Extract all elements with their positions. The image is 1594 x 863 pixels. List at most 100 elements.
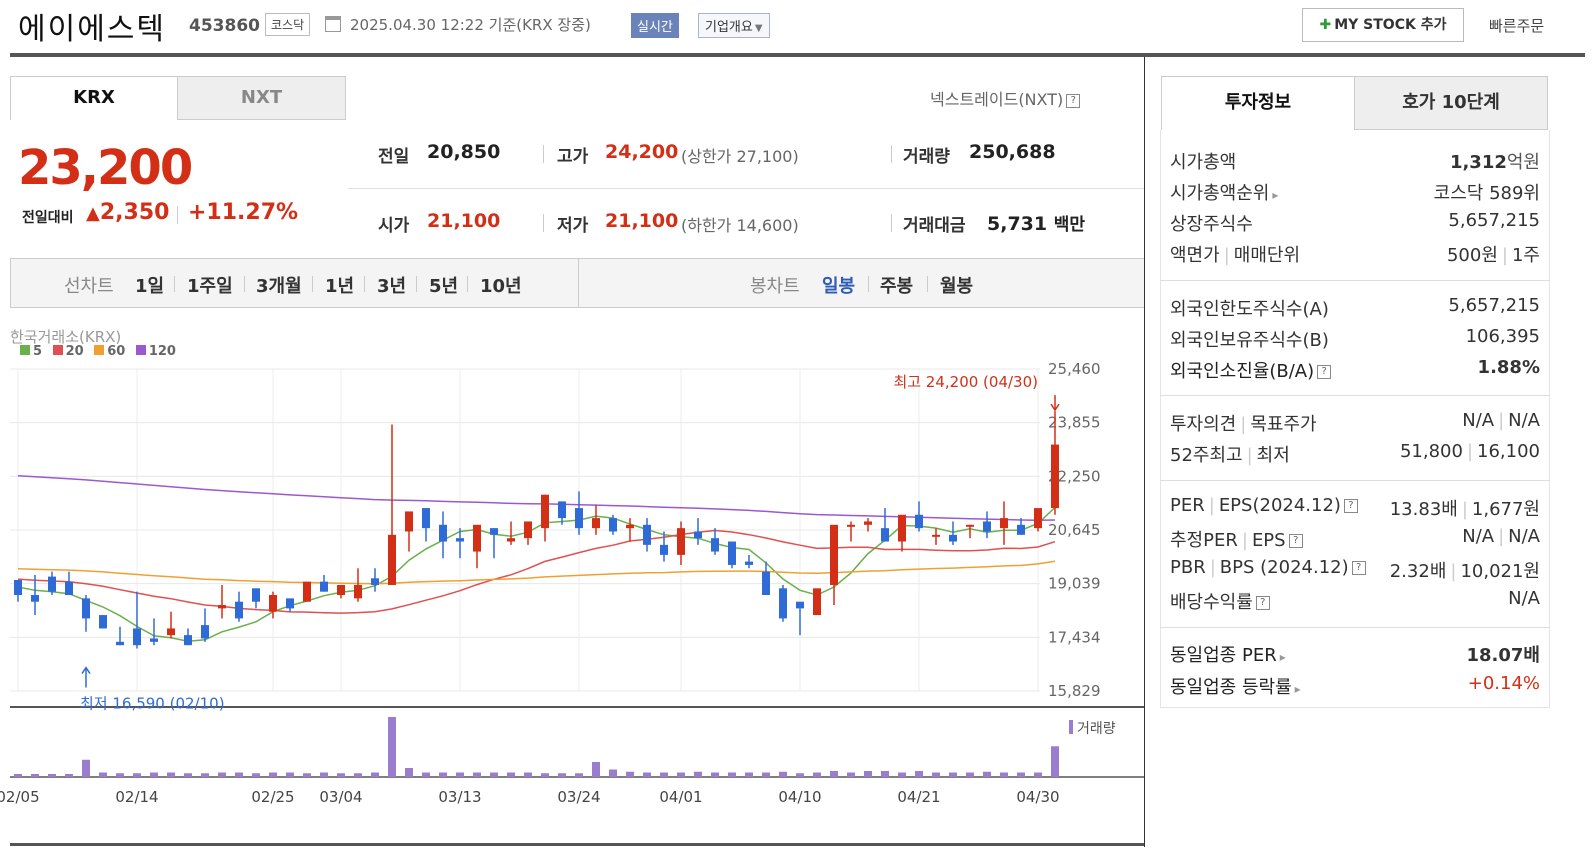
volume-bar [728, 772, 736, 777]
change-rate: +11.27% [188, 200, 299, 225]
help-icon[interactable]: ? [1066, 93, 1081, 108]
candle-monthly[interactable]: 월봉 [940, 272, 973, 298]
x-tick-label: 02/05 [0, 788, 40, 806]
help-icon[interactable]: ? [1288, 534, 1303, 548]
divider: | [1498, 526, 1505, 547]
quick-order-button[interactable]: 빠른주문 [1489, 15, 1544, 36]
candle-body [864, 521, 872, 525]
candle-chart-label: 봉차트 [750, 276, 800, 297]
chart-area [10, 369, 1144, 778]
row-sector-change[interactable]: 동일업종 등락률 ▸ +0.14% [1170, 673, 1540, 703]
range-3y[interactable]: 3년 [377, 272, 406, 298]
x-tick-label: 04/10 [778, 788, 821, 806]
volume-bar [1051, 746, 1059, 777]
est-per-text: 추정PER [1170, 530, 1238, 551]
add-mystock-button[interactable]: ✚ MY STOCK 추가 [1302, 8, 1464, 42]
help-icon[interactable]: ? [1343, 499, 1358, 513]
chevron-right-icon: ▸ [1294, 682, 1301, 696]
row-market-cap-rank[interactable]: 시가총액순위 ▸ 코스닥 589위 [1170, 179, 1540, 209]
volume-bar [592, 762, 600, 777]
divider [416, 276, 417, 292]
volume-bar [320, 772, 328, 777]
volume-bar [847, 772, 855, 777]
market-badge: 코스닥 [265, 13, 311, 36]
candle-body [541, 494, 549, 529]
range-5y[interactable]: 5년 [429, 272, 458, 298]
tab-orderbook-10[interactable]: 호가 10단계 [1354, 76, 1548, 130]
volume-bar [14, 774, 22, 777]
sector-change-label: 동일업종 등락률 ▸ [1170, 673, 1301, 699]
volume-legend-swatch [1069, 720, 1073, 734]
volume-bar [354, 773, 362, 777]
divider [543, 214, 544, 232]
row-sector-per[interactable]: 동일업종 PER ▸ 18.07배 [1170, 641, 1540, 671]
low-value: 21,100 [605, 210, 679, 232]
eps-number: 1,677원 [1471, 499, 1540, 520]
divider: | [1223, 245, 1230, 266]
lower-limit: (하한가 14,600) [681, 216, 799, 235]
x-tick-label: 03/13 [438, 788, 481, 806]
up-triangle-icon: ▲ [86, 203, 100, 224]
high-value: 24,200 [605, 141, 679, 163]
range-1w[interactable]: 1주일 [187, 272, 233, 298]
tab-invest-info[interactable]: 투자정보 [1161, 76, 1355, 130]
candle-body [677, 528, 685, 555]
candle-body [490, 528, 498, 535]
candle-body [422, 508, 430, 529]
stock-code: 453860 [189, 16, 260, 36]
volume-bar [1017, 772, 1025, 777]
candle-daily[interactable]: 일봉 [822, 272, 855, 298]
volume-bar [31, 774, 39, 777]
plus-icon: ✚ [1319, 17, 1332, 33]
volume-bar [711, 772, 719, 777]
nextrade-link[interactable]: 넥스트레이드(NXT)? [930, 86, 1081, 110]
divider [467, 276, 468, 292]
realtime-button[interactable]: 실시간 [631, 13, 679, 38]
row-face-value: 액면가 | 매매단위 500원 | 1주 [1170, 241, 1540, 271]
range-1d[interactable]: 1일 [135, 272, 164, 298]
tab-nxt[interactable]: NXT [177, 76, 346, 120]
volume-bar [966, 772, 974, 777]
sector-per-value: 18.07배 [1466, 645, 1541, 666]
candle-body [915, 514, 923, 529]
volume-bar [490, 772, 498, 777]
prev-close-value: 20,850 [427, 141, 501, 163]
amount-unit: 백만 [1053, 215, 1086, 235]
volume-bar [864, 771, 872, 777]
candle-body [558, 501, 566, 519]
help-icon[interactable]: ? [1351, 561, 1366, 575]
opinion-number: N/A [1462, 410, 1495, 431]
tab-krx[interactable]: KRX [10, 76, 178, 120]
candle-body [82, 598, 90, 619]
pbr-value: 2.32배 | 10,021원 [1390, 557, 1540, 583]
candle-body [881, 528, 889, 542]
candle-weekly[interactable]: 주봉 [880, 272, 913, 298]
market-cap-number: 1,312 [1449, 152, 1507, 173]
volume-bar [371, 772, 379, 777]
volume-bar [524, 772, 532, 777]
candle-body [796, 601, 804, 609]
est-per-number: N/A [1462, 526, 1495, 547]
candle-body [116, 641, 124, 646]
help-icon[interactable]: ? [1317, 365, 1332, 379]
candle-body [745, 561, 753, 565]
candle-body [762, 571, 770, 596]
help-icon[interactable]: ? [1255, 596, 1270, 610]
52week-label: 52주최고 | 최저 [1170, 441, 1290, 467]
candle-body [728, 541, 736, 565]
range-10y[interactable]: 10년 [480, 272, 522, 298]
volume-bar [745, 772, 753, 777]
price-chart[interactable]: 25,46023,85522,25020,64519,03917,43415,8… [0, 355, 1145, 815]
face-value-number: 500원 [1446, 245, 1498, 266]
range-1y[interactable]: 1년 [325, 272, 354, 298]
candle-body [405, 511, 413, 532]
sector-per-label: 동일업종 PER ▸ [1170, 641, 1286, 667]
candle-body [269, 595, 277, 612]
per-number: 13.83배 [1389, 499, 1458, 520]
volume-bar [949, 772, 957, 777]
candle-body [201, 625, 209, 639]
range-3m[interactable]: 3개월 [256, 272, 302, 298]
company-overview-button[interactable]: 기업개요 ▼ [698, 13, 770, 38]
ma5-swatch [20, 345, 30, 355]
high-annotation: 최고 24,200 (04/30) [893, 373, 1038, 391]
